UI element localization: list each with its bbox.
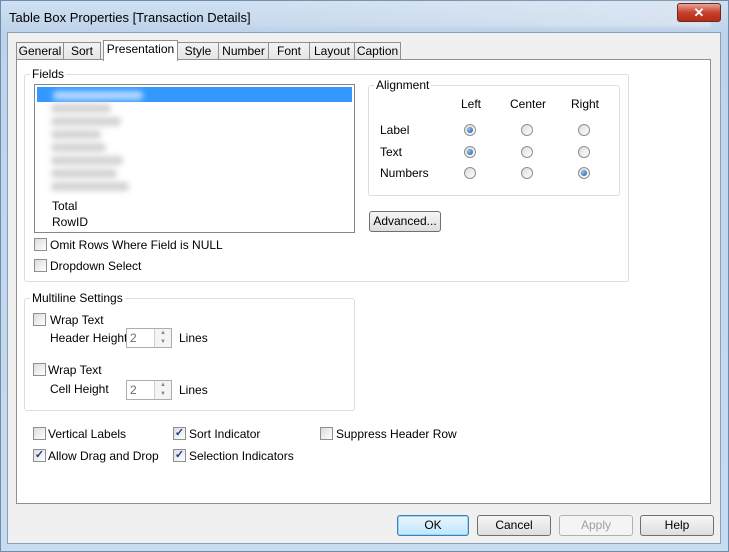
vertical-labels-checkbox[interactable]: [33, 427, 46, 440]
selection-indicators-label: Selection Indicators: [189, 449, 294, 463]
redacted-field: [51, 143, 106, 152]
multiline-settings-label: Multiline Settings: [30, 291, 125, 305]
fields-group-label: Fields: [30, 67, 67, 81]
header-height-value: 2: [130, 331, 137, 345]
redacted-field: [51, 104, 111, 113]
alignment-row-numbers: Numbers: [380, 166, 429, 180]
close-icon: ✕: [693, 5, 705, 20]
vertical-labels-label: Vertical Labels: [48, 427, 127, 441]
radio-label-left[interactable]: [464, 124, 476, 136]
cell-height-stepper[interactable]: 2 ▲ ▼: [126, 380, 172, 400]
alignment-col-left: Left: [461, 97, 482, 111]
header-height-stepper[interactable]: 2 ▲ ▼: [126, 328, 172, 348]
redacted-field: [53, 91, 143, 100]
radio-numbers-right[interactable]: [578, 167, 590, 179]
list-item[interactable]: Total: [52, 199, 77, 213]
alignment-col-center: Center: [510, 97, 547, 111]
apply-button[interactable]: Apply: [559, 515, 633, 536]
radio-label-right[interactable]: [578, 124, 590, 136]
cancel-button[interactable]: Cancel: [477, 515, 551, 536]
help-button[interactable]: Help: [640, 515, 714, 536]
header-wrap-text-checkbox[interactable]: [33, 313, 46, 326]
allow-drag-drop-label: Allow Drag and Drop: [48, 449, 159, 463]
radio-numbers-center[interactable]: [521, 167, 533, 179]
redacted-field: [51, 117, 121, 126]
ok-button[interactable]: OK: [397, 515, 469, 536]
fields-listbox[interactable]: Total RowID: [34, 84, 355, 233]
sort-indicator-checkbox[interactable]: ✓: [173, 427, 186, 440]
spin-down-icon[interactable]: ▼: [155, 390, 171, 399]
tab-general[interactable]: General: [16, 42, 64, 60]
alignment-col-right: Right: [571, 97, 600, 111]
cell-height-label: Cell Height: [50, 382, 109, 396]
list-item[interactable]: RowID: [52, 215, 88, 229]
radio-numbers-left[interactable]: [464, 167, 476, 179]
tab-style[interactable]: Style: [177, 42, 219, 60]
tab-presentation[interactable]: Presentation: [103, 40, 178, 61]
cell-height-value: 2: [130, 383, 137, 397]
radio-text-right[interactable]: [578, 146, 590, 158]
redacted-field: [51, 169, 117, 178]
header-height-label: Header Height: [50, 331, 128, 345]
title-bar-background: [241, 1, 711, 27]
tab-number[interactable]: Number: [218, 42, 269, 60]
radio-text-center[interactable]: [521, 146, 533, 158]
allow-drag-drop-checkbox[interactable]: ✓: [33, 449, 46, 462]
tab-caption[interactable]: Caption: [354, 42, 401, 60]
alignment-group-label: Alignment: [374, 78, 432, 92]
radio-text-left[interactable]: [464, 146, 476, 158]
omit-rows-label: Omit Rows Where Field is NULL: [50, 238, 223, 252]
suppress-header-row-checkbox[interactable]: [320, 427, 333, 440]
header-lines-label: Lines: [179, 331, 208, 345]
dropdown-select-label: Dropdown Select: [50, 259, 142, 273]
suppress-header-row-label: Suppress Header Row: [336, 427, 457, 441]
alignment-row-label: Label: [380, 123, 410, 137]
close-button[interactable]: ✕: [677, 3, 721, 22]
tab-sort[interactable]: Sort: [63, 42, 101, 60]
window-title: Table Box Properties [Transaction Detail…: [9, 10, 251, 25]
redacted-field: [51, 130, 101, 139]
tab-font[interactable]: Font: [268, 42, 310, 60]
alignment-row-text: Text: [380, 145, 403, 159]
redacted-field: [51, 156, 123, 165]
sort-indicator-label: Sort Indicator: [189, 427, 261, 441]
header-wrap-text-label: Wrap Text: [50, 313, 104, 327]
dropdown-select-checkbox[interactable]: [34, 259, 47, 272]
selection-indicators-checkbox[interactable]: ✓: [173, 449, 186, 462]
omit-rows-checkbox[interactable]: [34, 238, 47, 251]
radio-label-center[interactable]: [521, 124, 533, 136]
spin-down-icon[interactable]: ▼: [155, 338, 171, 347]
tab-layout[interactable]: Layout: [309, 42, 355, 60]
cell-lines-label: Lines: [179, 383, 208, 397]
cell-wrap-text-checkbox[interactable]: [33, 363, 46, 376]
cell-wrap-text-label: Wrap Text: [48, 363, 102, 377]
advanced-button[interactable]: Advanced...: [369, 211, 441, 232]
redacted-field: [51, 182, 129, 191]
